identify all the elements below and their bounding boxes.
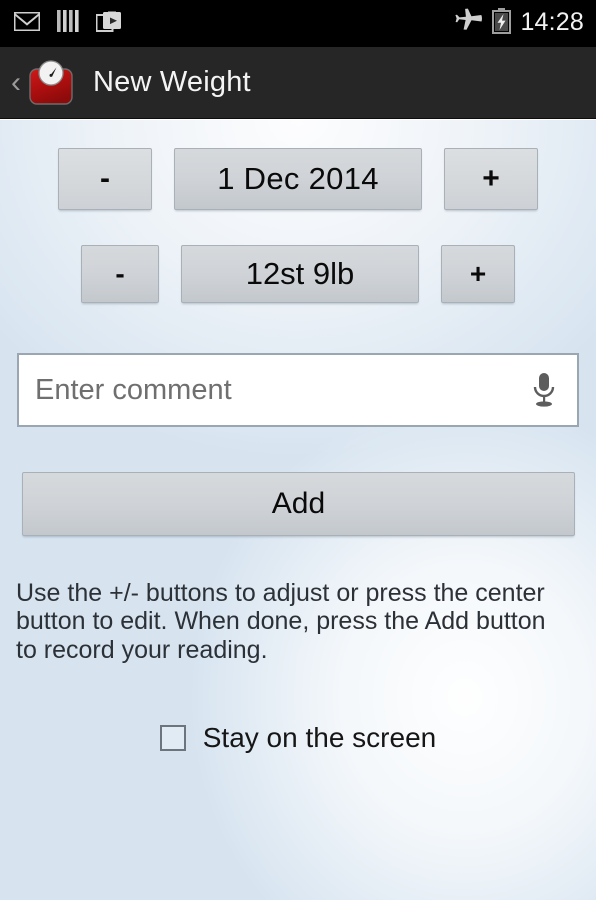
- status-clock: 14:28: [520, 8, 584, 36]
- weight-decrement-button[interactable]: -: [81, 245, 159, 303]
- status-icons-right: 14:28: [455, 8, 584, 39]
- back-chevron-icon[interactable]: ‹: [8, 67, 24, 98]
- barcode-icon: [56, 9, 80, 38]
- weight-scale-icon[interactable]: [25, 57, 77, 109]
- weight-value-button[interactable]: 12st 9lb: [181, 245, 419, 303]
- page-title: New Weight: [93, 66, 251, 98]
- battery-charging-icon: [492, 8, 512, 39]
- email-icon: [13, 11, 41, 36]
- date-decrement-button[interactable]: -: [58, 148, 152, 210]
- action-bar: ‹ New Weight: [0, 47, 596, 119]
- airplane-mode-icon: [455, 8, 483, 39]
- status-bar: 14:28: [0, 0, 596, 47]
- date-value-button[interactable]: 1 Dec 2014: [174, 148, 422, 210]
- comment-field-container[interactable]: [17, 353, 579, 427]
- content-area: - 1 Dec 2014 + - 12st 9lb + Add: [0, 120, 596, 900]
- status-icons-left: [13, 9, 122, 38]
- date-stepper-row: - 1 Dec 2014 +: [0, 148, 596, 210]
- stay-on-screen-label: Stay on the screen: [202, 722, 437, 753]
- instructions-text: Use the +/- buttons to adjust or press t…: [16, 579, 546, 664]
- media-share-icon: [95, 9, 122, 38]
- stay-on-screen-row[interactable]: Stay on the screen: [0, 722, 596, 754]
- add-button[interactable]: Add: [22, 472, 575, 536]
- stay-on-screen-checkbox[interactable]: [159, 725, 186, 751]
- comment-input[interactable]: [35, 355, 525, 425]
- weight-increment-button[interactable]: +: [441, 245, 515, 303]
- weight-stepper-row: - 12st 9lb +: [0, 245, 596, 303]
- microphone-icon[interactable]: [525, 368, 563, 412]
- date-increment-button[interactable]: +: [444, 148, 538, 210]
- app-screen: 14:28 ‹ New Weight - 1 Dec 2014 + - 12st…: [0, 0, 596, 900]
